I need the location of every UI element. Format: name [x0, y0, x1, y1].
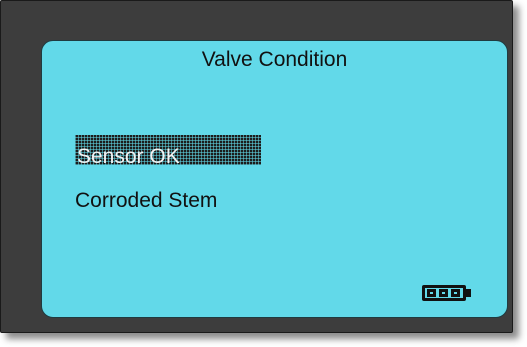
lcd-screen: Valve Condition Sensor OK Corroded Stem [41, 40, 508, 318]
menu-item-label: Sensor OK [77, 145, 180, 168]
menu-item-corroded-stem[interactable]: Corroded Stem [75, 189, 217, 213]
screen-title: Valve Condition [201, 48, 348, 71]
menu-item-sensor-ok[interactable]: Sensor OK [75, 135, 261, 168]
battery-full-icon [422, 285, 471, 301]
tool-device-bezel: Valve Condition Sensor OK Corroded Stem [0, 0, 513, 333]
